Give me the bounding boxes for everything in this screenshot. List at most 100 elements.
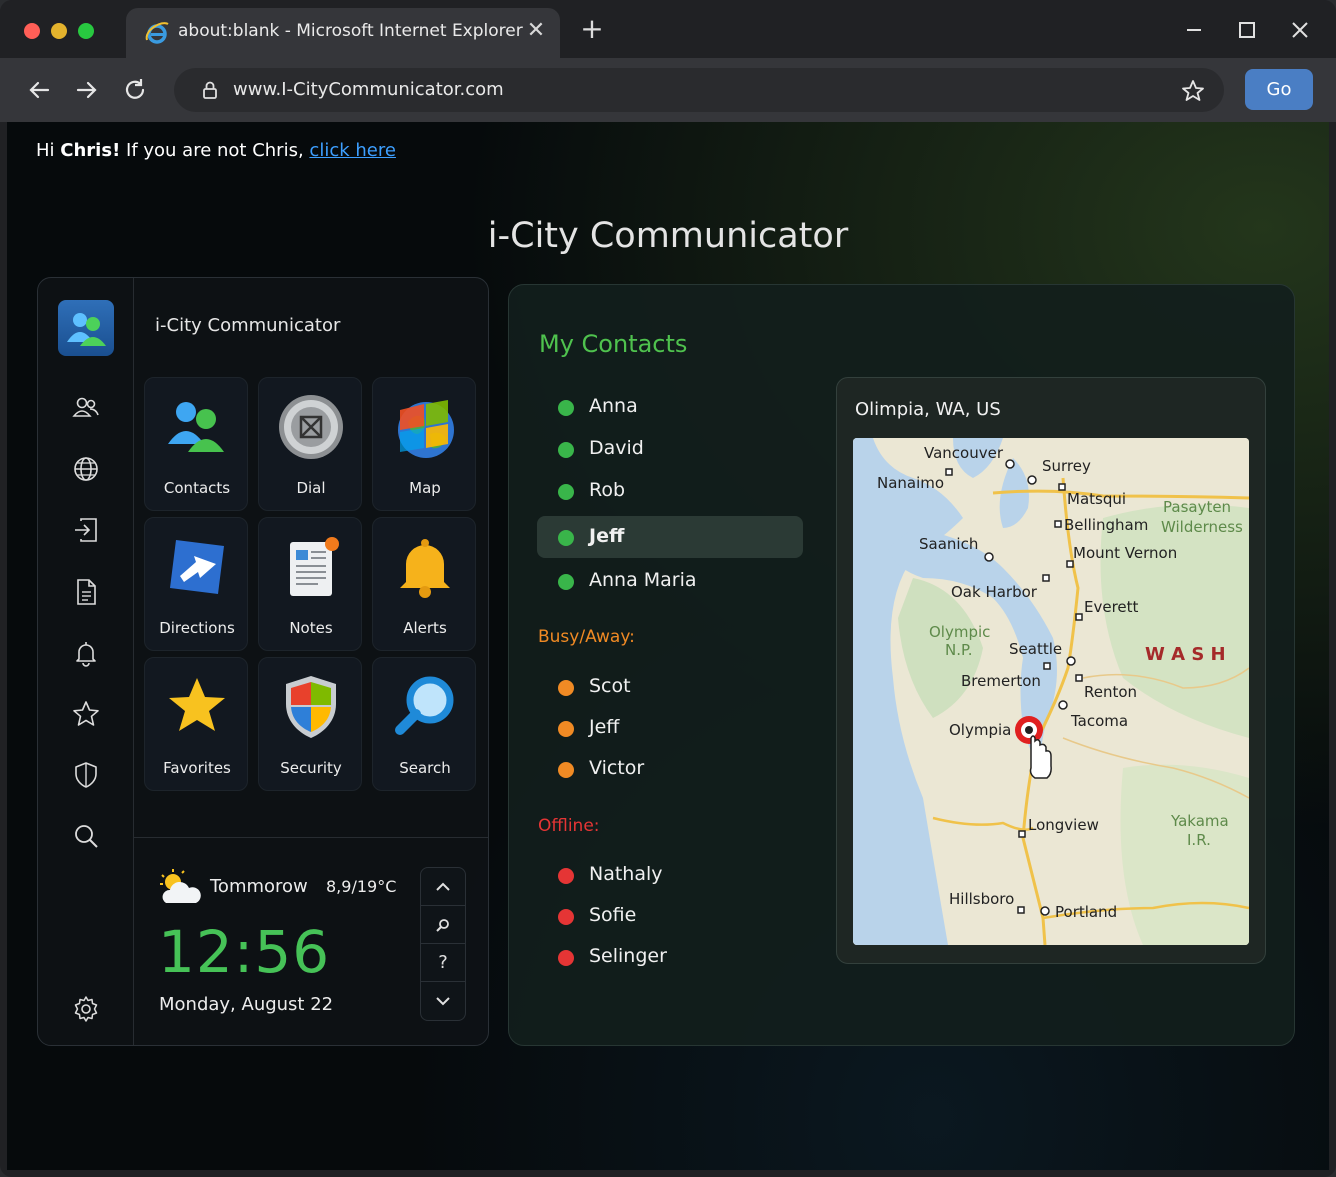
contacts-title: My Contacts bbox=[539, 330, 688, 358]
document-icon[interactable] bbox=[71, 577, 101, 607]
contact-busy[interactable]: Victor bbox=[537, 748, 803, 790]
help-button[interactable]: ? bbox=[421, 944, 465, 982]
contact-name: Scot bbox=[589, 675, 631, 697]
search-icon[interactable] bbox=[71, 821, 101, 851]
contact-name: Sofie bbox=[589, 904, 637, 926]
tile-label: Alerts bbox=[403, 619, 447, 637]
tile-label: Security bbox=[280, 759, 342, 777]
tile-security[interactable]: Security bbox=[258, 657, 362, 791]
star-icon[interactable] bbox=[71, 699, 101, 729]
contact-online-selected[interactable]: Jeff bbox=[537, 516, 803, 558]
go-button[interactable]: Go bbox=[1245, 69, 1313, 110]
map-globe-icon bbox=[398, 400, 454, 458]
tile-map[interactable]: Map bbox=[372, 377, 476, 511]
contact-online[interactable]: Anna bbox=[537, 386, 803, 428]
tab-close-icon[interactable]: ✕ bbox=[524, 20, 548, 44]
app-grid: Contacts Dial Map Directions Notes Alert… bbox=[134, 364, 488, 838]
online-status-dot bbox=[558, 400, 574, 416]
online-status-dot bbox=[558, 574, 574, 590]
tile-alerts[interactable]: Alerts bbox=[372, 517, 476, 651]
tile-label: Contacts bbox=[163, 479, 231, 497]
busy-section-label: Busy/Away: bbox=[538, 627, 635, 647]
contact-offline[interactable]: Nathaly bbox=[537, 854, 803, 896]
tile-directions[interactable]: Directions bbox=[144, 517, 248, 651]
chevron-down-icon[interactable] bbox=[421, 982, 465, 1020]
tile-favorites[interactable]: Favorites bbox=[144, 657, 248, 791]
map-label: N.P. bbox=[945, 641, 972, 659]
online-status-dot bbox=[558, 530, 574, 546]
map-view[interactable]: Vancouver Surrey Nanaimo Matsqui Belling… bbox=[853, 438, 1249, 945]
maximize-window-dot[interactable] bbox=[78, 23, 94, 39]
contacts-icon[interactable] bbox=[71, 393, 101, 423]
switch-user-link[interactable]: click here bbox=[309, 140, 396, 161]
url-text: www.I-CityCommunicator.com bbox=[233, 79, 504, 100]
magnifier-icon bbox=[395, 676, 454, 735]
title-bar: about:blank - Microsoft Internet Explore… bbox=[0, 0, 1336, 58]
tile-label: Directions bbox=[159, 619, 235, 637]
shield-icon[interactable] bbox=[71, 760, 101, 790]
tile-search[interactable]: Search bbox=[372, 657, 476, 791]
map-label: Saanich bbox=[919, 535, 978, 553]
minimize-icon[interactable] bbox=[1180, 16, 1208, 44]
forward-arrow-icon[interactable] bbox=[72, 75, 102, 105]
reload-icon[interactable] bbox=[120, 75, 150, 105]
maximize-icon[interactable] bbox=[1233, 16, 1261, 44]
tile-contacts[interactable]: Contacts bbox=[144, 377, 248, 511]
map-label: Pasayten bbox=[1163, 498, 1231, 516]
bell-icon bbox=[400, 539, 450, 598]
contact-offline[interactable]: Selinger bbox=[537, 936, 803, 978]
map-graphic: Vancouver Surrey Nanaimo Matsqui Belling… bbox=[853, 438, 1249, 945]
bell-icon[interactable] bbox=[71, 638, 101, 668]
zoom-icon[interactable] bbox=[421, 906, 465, 944]
map-label: Bellingham bbox=[1064, 516, 1148, 534]
map-label: Oak Harbor bbox=[951, 583, 1038, 601]
tile-notes[interactable]: Notes bbox=[258, 517, 362, 651]
contact-online[interactable]: Anna Maria bbox=[537, 560, 803, 602]
map-label: Renton bbox=[1084, 683, 1137, 701]
globe-icon[interactable] bbox=[71, 454, 101, 484]
offline-status-dot bbox=[558, 909, 574, 925]
tab-title: about:blank - Microsoft Internet Explore… bbox=[178, 21, 523, 41]
clock-date: Monday, August 22 bbox=[159, 994, 334, 1015]
address-bar[interactable]: www.I-CityCommunicator.com bbox=[174, 68, 1224, 112]
tile-label: Search bbox=[399, 759, 451, 777]
map-label: Everett bbox=[1084, 598, 1139, 616]
close-icon[interactable] bbox=[1286, 16, 1314, 44]
map-label: Nanaimo bbox=[877, 474, 944, 492]
back-arrow-icon[interactable] bbox=[24, 75, 54, 105]
contact-online[interactable]: David bbox=[537, 428, 803, 470]
busy-status-dot bbox=[558, 680, 574, 696]
busy-status-dot bbox=[558, 721, 574, 737]
contact-busy[interactable]: Scot bbox=[537, 666, 803, 708]
bookmark-star-icon[interactable] bbox=[1180, 78, 1206, 104]
dial-icon bbox=[279, 395, 343, 459]
minimize-window-dot[interactable] bbox=[51, 23, 67, 39]
lock-icon bbox=[203, 81, 217, 99]
chevron-up-icon[interactable] bbox=[421, 868, 465, 906]
app-logo-icon[interactable] bbox=[58, 300, 114, 356]
offline-section-label: Offline: bbox=[538, 816, 600, 836]
map-label: I.R. bbox=[1187, 831, 1211, 849]
weather-clock-widget: Tommorow 8,9/19°C 12:56 Monday, August 2… bbox=[134, 838, 488, 1045]
tile-dial[interactable]: Dial bbox=[258, 377, 362, 511]
page-title: i-City Communicator bbox=[487, 216, 849, 256]
contact-offline[interactable]: Sofie bbox=[537, 895, 803, 937]
offline-status-dot bbox=[558, 868, 574, 884]
contact-name: Jeff bbox=[589, 525, 625, 547]
app-launcher-panel: i-City Communicator Contacts Dial Map Di… bbox=[37, 277, 489, 1046]
location-card: Olimpia, WA, US Vancouver Surrey Nanaimo… bbox=[836, 377, 1266, 964]
partly-cloudy-icon bbox=[160, 869, 201, 903]
contact-name: David bbox=[589, 437, 644, 459]
sign-in-icon[interactable] bbox=[71, 515, 101, 545]
browser-tab[interactable]: about:blank - Microsoft Internet Explore… bbox=[126, 8, 560, 58]
map-label: Hillsboro bbox=[949, 890, 1014, 908]
close-window-dot[interactable] bbox=[24, 23, 40, 39]
settings-icon[interactable] bbox=[71, 994, 101, 1024]
new-tab-icon[interactable]: + bbox=[578, 15, 606, 44]
map-label: Olympic bbox=[929, 623, 990, 641]
contact-busy[interactable]: Jeff bbox=[537, 707, 803, 749]
contacts-icon bbox=[168, 402, 224, 452]
tile-label: Notes bbox=[289, 619, 333, 637]
contact-online[interactable]: Rob bbox=[537, 470, 803, 512]
widget-controls: ? bbox=[420, 867, 466, 1021]
